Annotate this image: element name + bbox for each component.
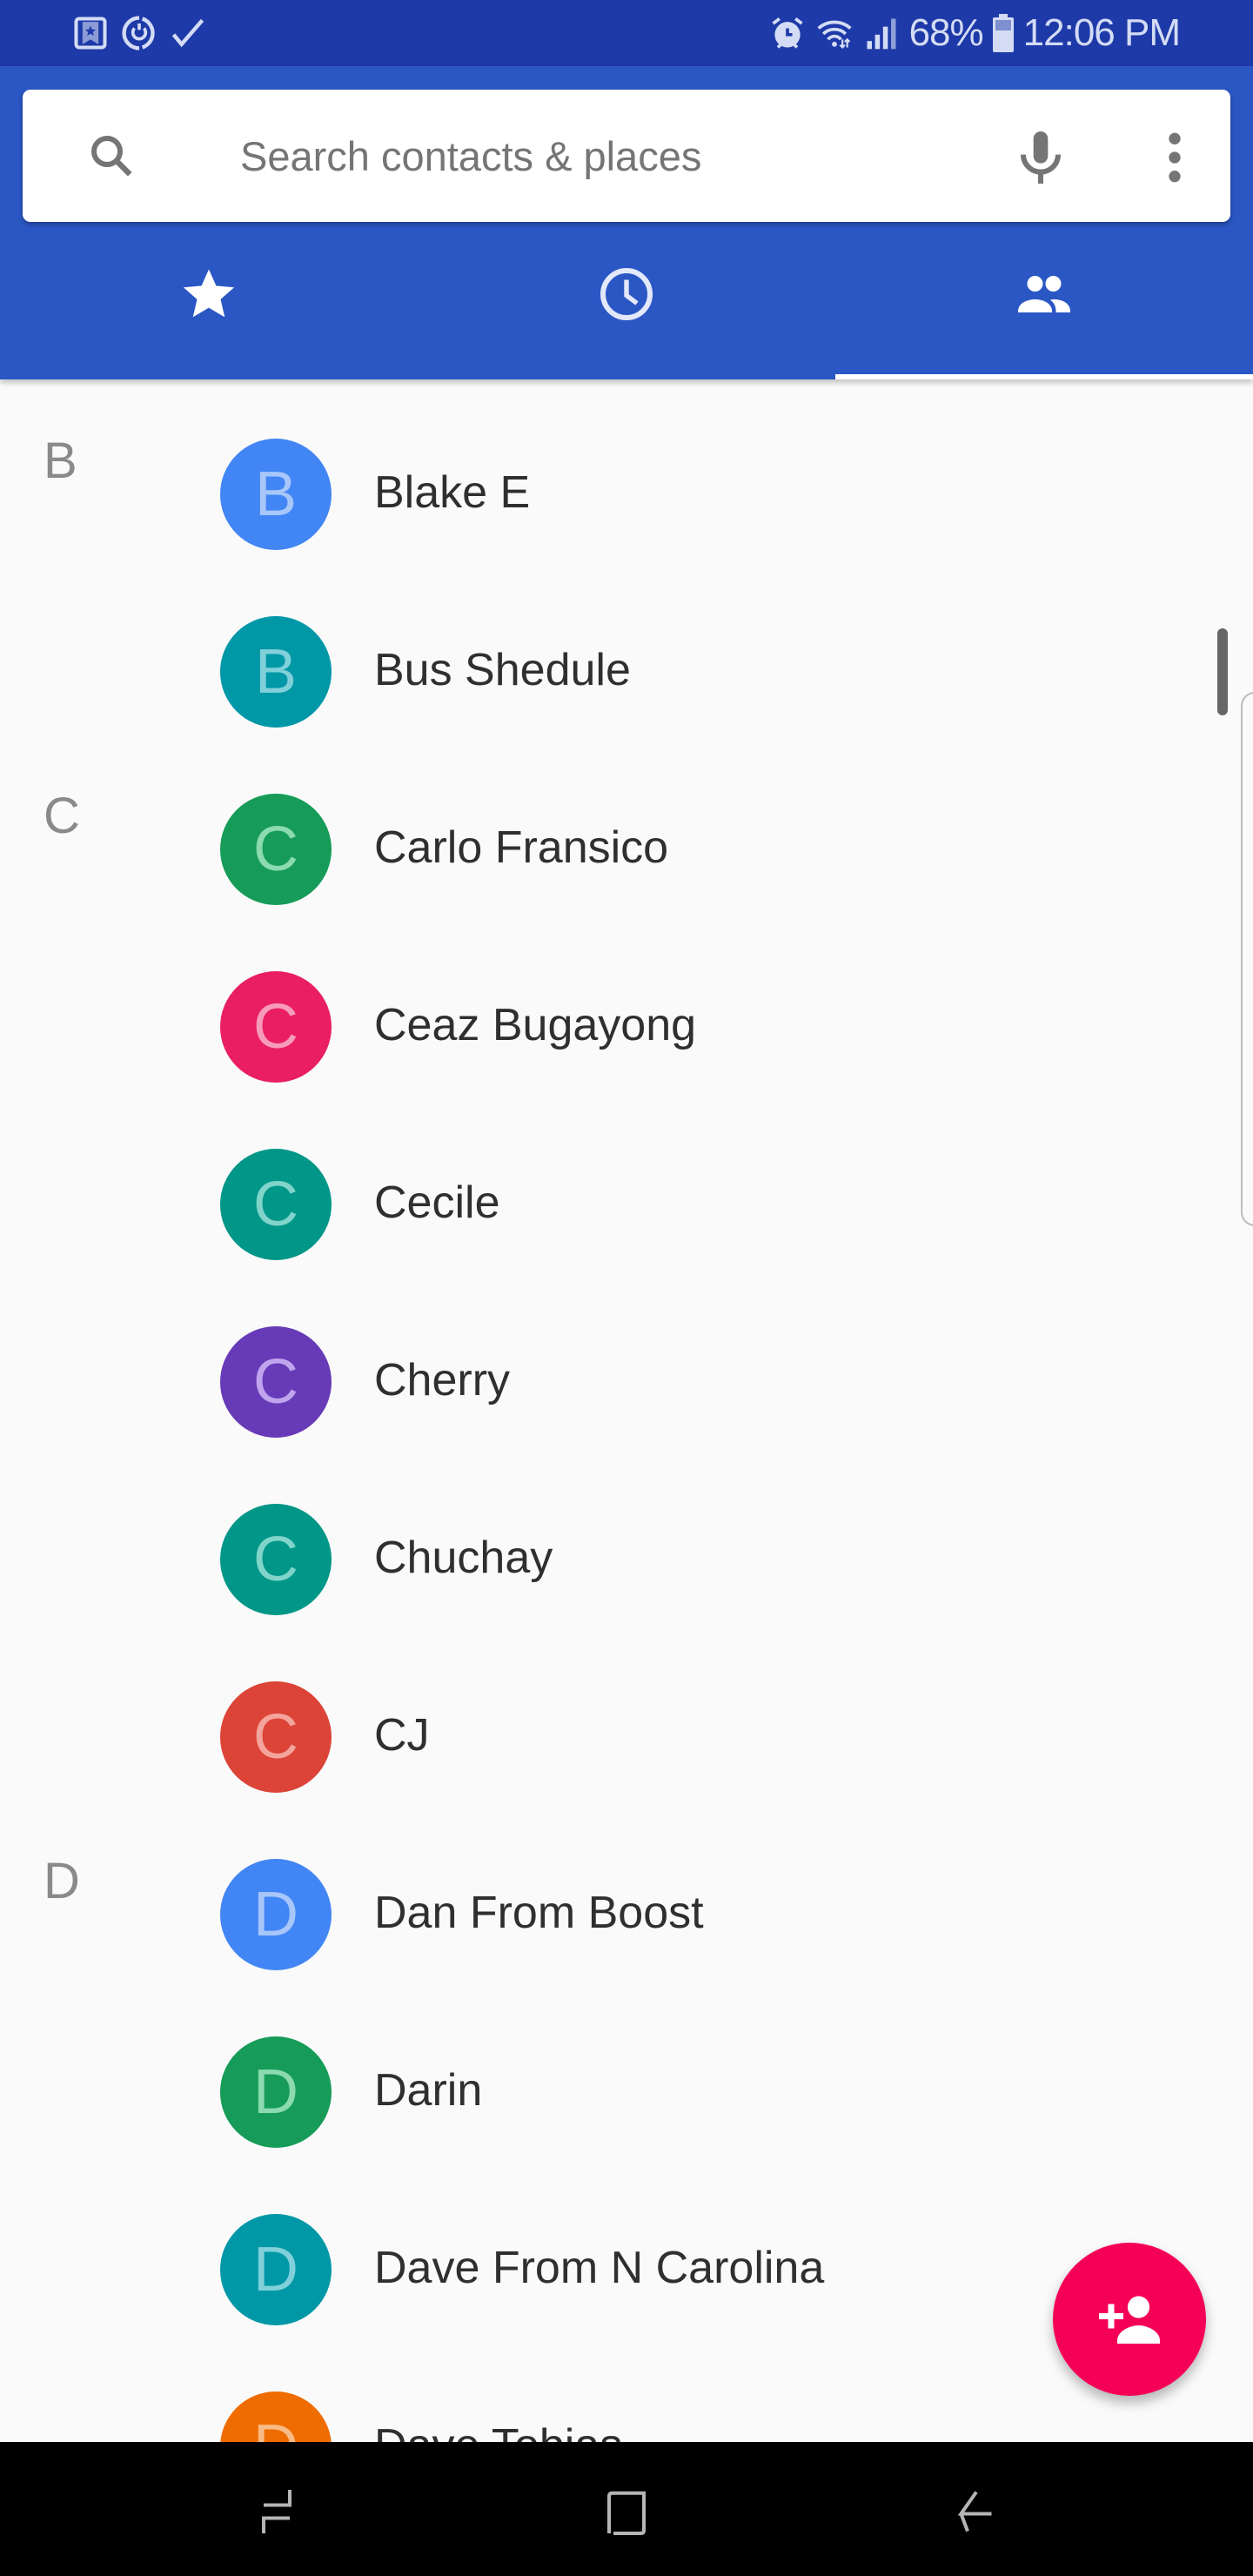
tab-recents[interactable] [418, 226, 835, 379]
people-icon [1018, 276, 1070, 312]
contact-avatar[interactable]: C [220, 1681, 332, 1793]
contact-name: Dave From N Carolina [374, 2243, 825, 2293]
battery-percent: 68% [908, 11, 984, 54]
tab-bar [0, 226, 1253, 379]
contact-row[interactable]: C CJ [0, 1648, 1253, 1826]
tab-favorites[interactable] [0, 226, 418, 379]
contact-avatar[interactable]: D [220, 2214, 332, 2325]
contact-name: Darin [374, 2065, 483, 2116]
home-icon [607, 2491, 646, 2535]
contact-row[interactable]: D D Dan From Boost [0, 1826, 1253, 2003]
contact-avatar[interactable]: C [220, 1149, 332, 1260]
recent-apps-button[interactable] [238, 2477, 316, 2546]
add-person-icon [1099, 2296, 1160, 2344]
search-bar[interactable] [23, 90, 1230, 222]
contact-avatar[interactable]: C [220, 1504, 332, 1615]
fast-scroll-track[interactable] [1241, 692, 1253, 1226]
contact-row[interactable]: C Chuchay [0, 1471, 1253, 1648]
contact-avatar[interactable]: B [220, 616, 332, 728]
bookmark-star-icon [74, 17, 107, 50]
contact-name: Blake E [374, 467, 531, 518]
search-input[interactable] [240, 121, 936, 191]
contact-row[interactable]: D Darin [0, 2003, 1253, 2181]
contact-name: Cherry [374, 1355, 511, 1405]
contact-list[interactable]: B B Blake E B Bus Shedule C C Carlo Fransico C Ce… [0, 379, 1253, 2442]
contact-name: Chuchay [374, 1533, 553, 1583]
tab-contacts[interactable] [835, 226, 1253, 379]
contact-name: Dave Tobias [374, 2419, 622, 2442]
contact-row[interactable]: B Bus Shedule [0, 583, 1253, 761]
contact-avatar[interactable]: D [220, 2392, 332, 2442]
contact-avatar[interactable]: C [220, 1326, 332, 1438]
contact-row[interactable]: C Cherry [0, 1293, 1253, 1471]
back-icon [957, 2491, 992, 2532]
search-icon[interactable] [85, 130, 137, 182]
contact-name: CJ [374, 1710, 430, 1761]
wifi-icon [817, 20, 852, 50]
contact-row[interactable]: C C Carlo Fransico [0, 761, 1253, 938]
contact-row[interactable]: B B Blake E [0, 406, 1253, 583]
status-bar-notifications [71, 14, 207, 52]
sync-icon [122, 16, 155, 50]
alarm-icon [771, 17, 803, 49]
more-vert-icon[interactable] [1140, 123, 1209, 192]
back-button[interactable] [937, 2477, 1015, 2546]
clock-time: 12:06 PM [1022, 11, 1181, 54]
recent-apps-icon [262, 2490, 291, 2533]
add-contact-button[interactable] [1053, 2243, 1206, 2396]
contact-avatar[interactable]: C [220, 971, 332, 1083]
scrollbar-thumb[interactable] [1217, 628, 1228, 715]
status-bar-system: 68% 12:06 PM [768, 9, 1181, 57]
contact-avatar[interactable]: B [220, 439, 332, 550]
contact-name: Cecile [374, 1177, 500, 1228]
contact-name: Ceaz Bugayong [374, 1000, 697, 1050]
star-icon [183, 269, 235, 318]
contact-row[interactable]: C Cecile [0, 1116, 1253, 1293]
app-header [0, 66, 1253, 379]
battery-icon [992, 14, 1014, 52]
status-bar: 68% 12:06 PM [0, 0, 1253, 66]
section-header-letter: B [44, 433, 77, 489]
contact-name: Dan From Boost [374, 1888, 704, 1938]
signal-icon [867, 18, 896, 50]
section-header-letter: D [44, 1853, 80, 1909]
contact-avatar[interactable]: C [220, 794, 332, 905]
contact-name: Bus Shedule [374, 645, 631, 695]
clock-icon [600, 268, 653, 320]
system-nav-bar [0, 2442, 1253, 2576]
contact-row[interactable]: D Dave Tobias [0, 2358, 1253, 2442]
contact-avatar[interactable]: D [220, 1859, 332, 1970]
contact-row[interactable]: C Ceaz Bugayong [0, 938, 1253, 1116]
check-icon [171, 18, 204, 48]
contact-avatar[interactable]: D [220, 2036, 332, 2148]
mic-icon[interactable] [1006, 123, 1075, 192]
home-button[interactable] [587, 2477, 666, 2546]
section-header-letter: C [44, 788, 80, 844]
contact-name: Carlo Fransico [374, 822, 669, 873]
